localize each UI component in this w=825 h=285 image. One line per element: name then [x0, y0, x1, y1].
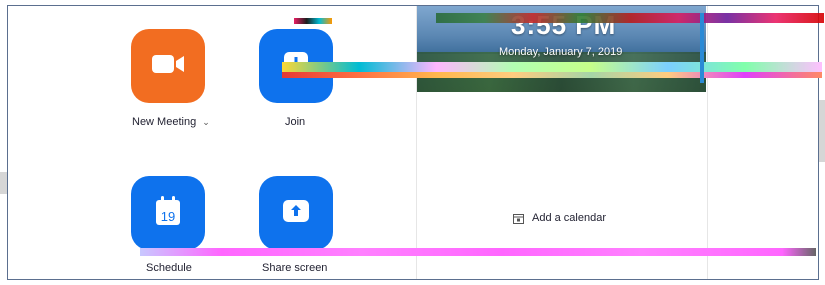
new-meeting-label[interactable]: New Meeting ⌄ — [132, 116, 210, 128]
glitch-artifact — [700, 13, 704, 83]
video-camera-icon — [150, 52, 186, 81]
upload-arrow-icon — [281, 198, 311, 229]
chevron-down-icon[interactable]: ⌄ — [202, 117, 210, 127]
glitch-artifact — [282, 72, 822, 78]
current-date: Monday, January 7, 2019 — [499, 46, 623, 58]
new-meeting-button[interactable] — [131, 29, 205, 103]
share-screen-button[interactable] — [259, 176, 333, 250]
glitch-artifact — [436, 13, 824, 23]
add-calendar-link[interactable]: Add a calendar — [513, 212, 606, 224]
glitch-artifact — [294, 18, 332, 24]
panel-divider-right — [707, 6, 708, 279]
calendar-icon: 19 — [154, 195, 182, 232]
window-edge-right — [818, 100, 825, 162]
schedule-button[interactable]: 19 — [131, 176, 205, 250]
glitch-artifact — [282, 62, 822, 72]
share-screen-label: Share screen — [262, 262, 328, 274]
svg-text:19: 19 — [161, 209, 175, 224]
add-calendar-label: Add a calendar — [532, 212, 606, 224]
join-label: Join — [285, 116, 306, 128]
zoom-home-window: New Meeting ⌄ Join 19 Schedule Share scr… — [7, 5, 819, 280]
glitch-artifact — [140, 248, 816, 256]
schedule-label: Schedule — [146, 262, 192, 274]
calendar-small-icon — [513, 213, 524, 224]
